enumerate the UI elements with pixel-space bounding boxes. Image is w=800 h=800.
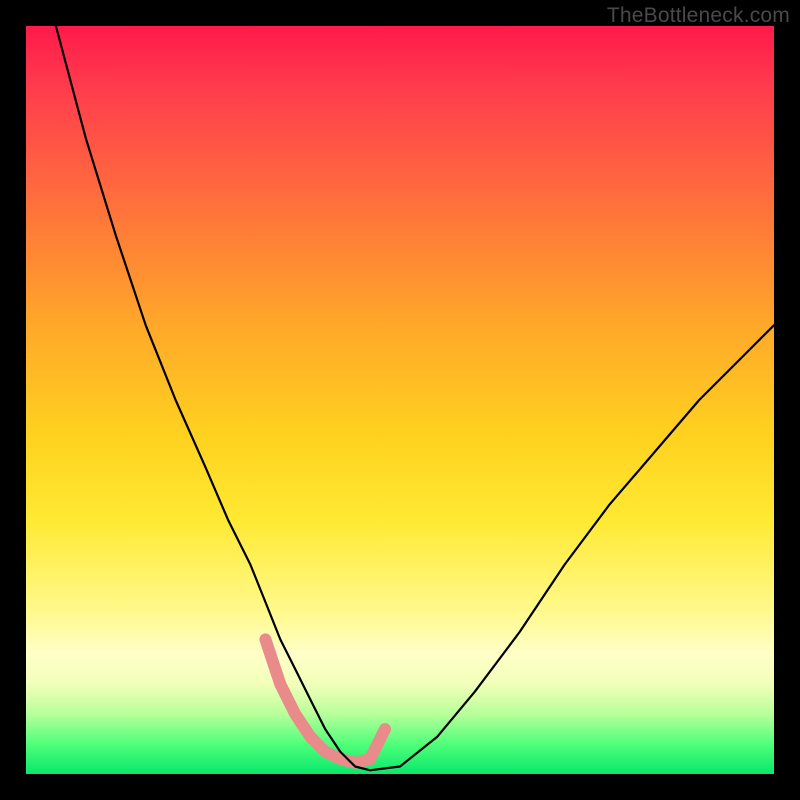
bottleneck-curve [56,26,774,770]
plot-area [26,26,774,774]
curve-layer [26,26,774,774]
optimal-band [265,639,385,762]
watermark-text: TheBottleneck.com [607,4,790,28]
chart-frame: TheBottleneck.com [0,0,800,800]
